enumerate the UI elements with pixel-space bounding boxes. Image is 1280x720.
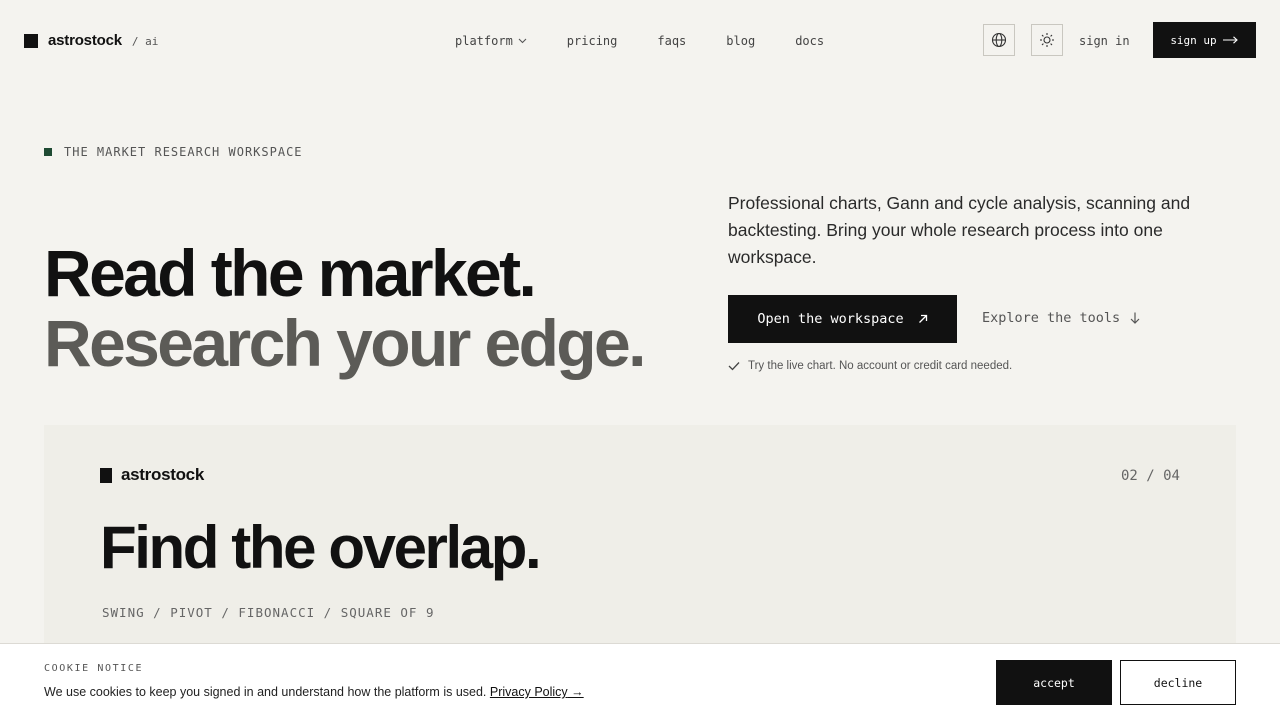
hero-description: Professional charts, Gann and cycle anal… [728,193,1191,267]
headline-line-1: Read the market. [44,236,537,310]
showcase-tags: SWING / PIVOT / FIBONACCI / SQUARE OF 9 [102,605,435,620]
cookie-message: We use cookies to keep you signed in and… [44,685,487,699]
eyebrow-text: THE MARKET RESEARCH WORKSPACE [64,145,303,159]
open-workspace-label: Open the workspace [757,311,904,327]
sign-up-label: sign up [1170,33,1217,47]
slide-counter: 02 / 04 [1120,468,1180,484]
showcase-title: Find the overlap. [100,514,542,581]
theme-toggle-button[interactable] [1031,24,1063,56]
nav-item-faqs[interactable]: faqs [657,34,686,48]
headline-line-2: Research your edge. [44,306,646,380]
arrow-up-right-icon [918,314,927,323]
nav-item-label: blog [726,34,756,48]
logo-mark [100,467,112,483]
showcase-logo: astrostock [100,465,204,485]
nav-item-label: pricing [566,34,618,48]
hero-headline: Read the market. Research your edge. [44,236,646,380]
globe-icon [991,32,1007,48]
showcase-logo-text: astrostock [121,465,204,484]
check-icon [728,362,740,371]
nav-item-docs[interactable]: docs [795,34,824,48]
showcase-panel: astrostock 02 / 04 Find the overlap. SWI… [44,425,1236,665]
nav-item-label: docs [795,34,825,48]
nav-item-label: platform [455,34,513,48]
privacy-policy-label: Privacy Policy [489,685,568,699]
explore-tools-link[interactable]: Explore the tools [982,310,1140,326]
chevron-down-icon [518,38,527,44]
nav-item-platform[interactable]: platform [455,34,527,48]
logo-text: astrostock [48,32,122,49]
site-header: astrostock / ai platform pricing faqs bl… [0,0,1280,82]
nav-item-label: faqs [657,34,687,48]
hero-eyebrow: THE MARKET RESEARCH WORKSPACE [44,145,303,159]
eyebrow-square [44,148,52,156]
explore-tools-label: Explore the tools [982,310,1121,326]
cookie-label: COOKIE NOTICE [44,663,144,674]
sun-icon [1040,33,1054,47]
accept-cookies-button[interactable]: accept [996,660,1112,705]
logo-mark [24,33,38,48]
arrow-right-icon [1222,36,1238,44]
hero-note-text: Try the live chart. No account or credit… [748,360,1013,372]
logo[interactable]: astrostock / ai [24,32,158,49]
sign-up-button[interactable]: sign up [1153,22,1256,58]
logo-suffix: / ai [131,35,159,48]
hero-note: Try the live chart. No account or credit… [728,360,1012,372]
cookie-banner: COOKIE NOTICE We use cookies to keep you… [0,643,1280,720]
main-nav: platform pricing faqs blog docs [455,34,824,48]
language-button[interactable] [983,24,1015,56]
decline-cookies-button[interactable]: decline [1120,660,1236,705]
nav-item-pricing[interactable]: pricing [567,34,618,48]
open-workspace-button[interactable]: Open the workspace [728,295,957,343]
privacy-policy-link[interactable]: Privacy Policy → [490,685,584,699]
arrow-down-icon [1130,312,1140,324]
sign-in-link[interactable]: sign in [1079,34,1130,48]
cookie-text: We use cookies to keep you signed in and… [44,685,584,699]
nav-item-blog[interactable]: blog [726,34,755,48]
